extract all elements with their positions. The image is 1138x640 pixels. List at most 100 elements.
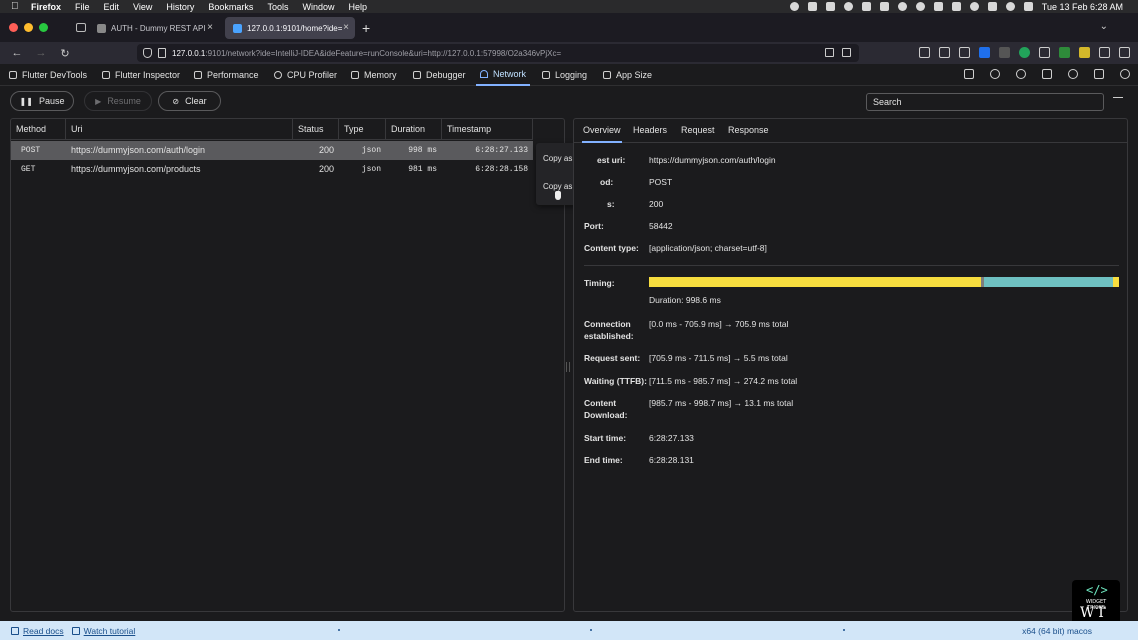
tray-app-icon[interactable] [915, 2, 925, 11]
menu-icon[interactable] [1119, 47, 1130, 58]
qr-code-icon[interactable] [825, 48, 834, 57]
column-method[interactable]: Method [11, 119, 66, 140]
pocket-icon[interactable] [919, 47, 930, 58]
request-details-panel: Overview Headers Request Response est ur… [573, 118, 1128, 612]
tray-app-icon[interactable] [861, 2, 871, 11]
read-docs-link[interactable]: Read docs [11, 626, 64, 636]
browser-navbar: ← → ↻ 127.0.0.1:9101/network?ide=Intelli… [0, 42, 1138, 64]
menubar-clock[interactable]: Tue 13 Feb 6:28 AM [1042, 2, 1123, 12]
column-type[interactable]: Type [339, 119, 386, 140]
close-window-button[interactable] [9, 23, 18, 32]
menu-firefox[interactable]: Firefox [31, 2, 61, 12]
tray-app-icon[interactable] [825, 2, 835, 11]
page-info-icon[interactable] [158, 48, 166, 58]
tray-app-icon[interactable] [897, 2, 907, 11]
tab-headers[interactable]: Headers [633, 119, 667, 143]
pause-button[interactable]: ❚❚ Pause [10, 91, 74, 111]
start-time-value: 6:28:27.133 [649, 433, 694, 443]
bluetooth-icon[interactable] [933, 2, 943, 11]
tab-overview[interactable]: Overview [582, 119, 622, 143]
apple-icon[interactable]:  [11, 1, 21, 12]
extension-icon[interactable] [999, 47, 1010, 58]
tracking-shield-icon[interactable] [143, 48, 152, 58]
tab-memory[interactable]: Memory [351, 64, 397, 86]
menu-help[interactable]: Help [348, 2, 367, 12]
hot-reload-icon[interactable] [964, 69, 974, 79]
video-icon [71, 626, 80, 635]
puzzle-icon[interactable] [1099, 47, 1110, 58]
tab-app-size[interactable]: App Size [603, 64, 652, 86]
tab-network[interactable]: Network [476, 64, 531, 86]
devtools-settings-icon[interactable] [1068, 69, 1078, 79]
menu-tools[interactable]: Tools [267, 2, 288, 12]
pause-label: Pause [38, 96, 65, 106]
tab-response[interactable]: Response [728, 119, 769, 143]
tray-app-icon[interactable] [807, 2, 817, 11]
tab-label: Debugger [426, 70, 466, 80]
tab-logging[interactable]: Logging [542, 64, 587, 86]
new-tab-icon[interactable]: + [362, 20, 370, 36]
record-icon[interactable] [789, 2, 799, 11]
app-size-icon [603, 71, 611, 79]
bitwarden-icon[interactable] [979, 47, 990, 58]
upload-icon[interactable] [1094, 69, 1104, 79]
clear-button[interactable]: ⊘ Clear [158, 91, 221, 111]
search-input[interactable]: Search [866, 93, 1104, 111]
tab-performance[interactable]: Performance [194, 64, 259, 86]
wifi-icon[interactable] [969, 2, 979, 11]
tab-title: AUTH - Dummy REST API of JS [111, 23, 206, 33]
menu-bookmarks[interactable]: Bookmarks [208, 2, 253, 12]
menu-file[interactable]: File [75, 2, 90, 12]
filter-icon[interactable] [1113, 97, 1123, 105]
column-uri[interactable]: Uri [66, 119, 293, 140]
grammarly-icon[interactable] [1019, 47, 1030, 58]
menu-view[interactable]: View [133, 2, 152, 12]
tray-app-icon[interactable] [879, 2, 889, 11]
tray-app-icon[interactable] [843, 2, 853, 11]
table-row[interactable]: POST https://dummyjson.com/auth/login 20… [11, 141, 533, 160]
tab-debugger[interactable]: Debugger [413, 64, 466, 86]
bookmark-star-icon[interactable] [842, 48, 851, 57]
control-center-icon[interactable] [987, 2, 997, 11]
tab-list-chevron-icon[interactable]: ⌄ [1100, 21, 1108, 32]
tab-flutter-devtools[interactable]: Flutter DevTools [9, 64, 87, 86]
devtools-tabbar: Flutter DevTools Flutter Inspector Perfo… [0, 64, 1138, 86]
column-duration[interactable]: Duration [386, 119, 442, 140]
minimize-window-button[interactable] [24, 23, 33, 32]
panel-splitter[interactable] [566, 362, 570, 372]
zoom-window-button[interactable] [39, 23, 48, 32]
settings-gear-icon[interactable] [1016, 69, 1026, 79]
cell-type: json [361, 146, 381, 155]
watch-tutorial-link[interactable]: Watch tutorial [71, 626, 135, 636]
extensions-grid-icon[interactable] [959, 47, 970, 58]
close-tab-icon[interactable]: × [207, 22, 213, 33]
tab-cpu-profiler[interactable]: CPU Profiler [274, 64, 337, 86]
url-bar[interactable]: 127.0.0.1:9101/network?ide=IntelliJ-IDEA… [137, 44, 859, 62]
battery-icon[interactable] [951, 2, 961, 11]
extension-icon[interactable] [1079, 47, 1090, 58]
column-timestamp[interactable]: Timestamp [442, 119, 533, 140]
column-status[interactable]: Status [293, 119, 339, 140]
user-icon[interactable] [1023, 2, 1033, 11]
menu-window[interactable]: Window [302, 2, 334, 12]
back-icon[interactable]: ← [10, 47, 24, 59]
tab-flutter-inspector[interactable]: Flutter Inspector [102, 64, 180, 86]
tab-request[interactable]: Request [681, 119, 715, 143]
forward-icon[interactable]: → [34, 47, 48, 59]
table-row[interactable]: GET https://dummyjson.com/products 200 j… [11, 160, 533, 179]
menu-edit[interactable]: Edit [104, 2, 120, 12]
browser-tab[interactable]: AUTH - Dummy REST API of JS × [89, 17, 219, 39]
browser-tab-active[interactable]: 127.0.0.1:9101/home?ide=IntelliJ × [225, 17, 355, 39]
menu-history[interactable]: History [166, 2, 194, 12]
evernote-icon[interactable] [1059, 47, 1070, 58]
help-icon[interactable] [1120, 69, 1130, 79]
downloads-icon[interactable] [939, 47, 950, 58]
extension-icon[interactable] [1039, 47, 1050, 58]
extensions-icon[interactable] [1042, 69, 1052, 79]
tab-overview-icon[interactable] [76, 23, 86, 32]
search-icon[interactable] [1005, 2, 1015, 11]
reload-icon[interactable]: ↻ [58, 47, 72, 60]
resume-button[interactable]: ▶ Resume [84, 91, 152, 111]
close-tab-icon[interactable]: × [343, 22, 349, 33]
hot-restart-icon[interactable] [990, 69, 1000, 79]
